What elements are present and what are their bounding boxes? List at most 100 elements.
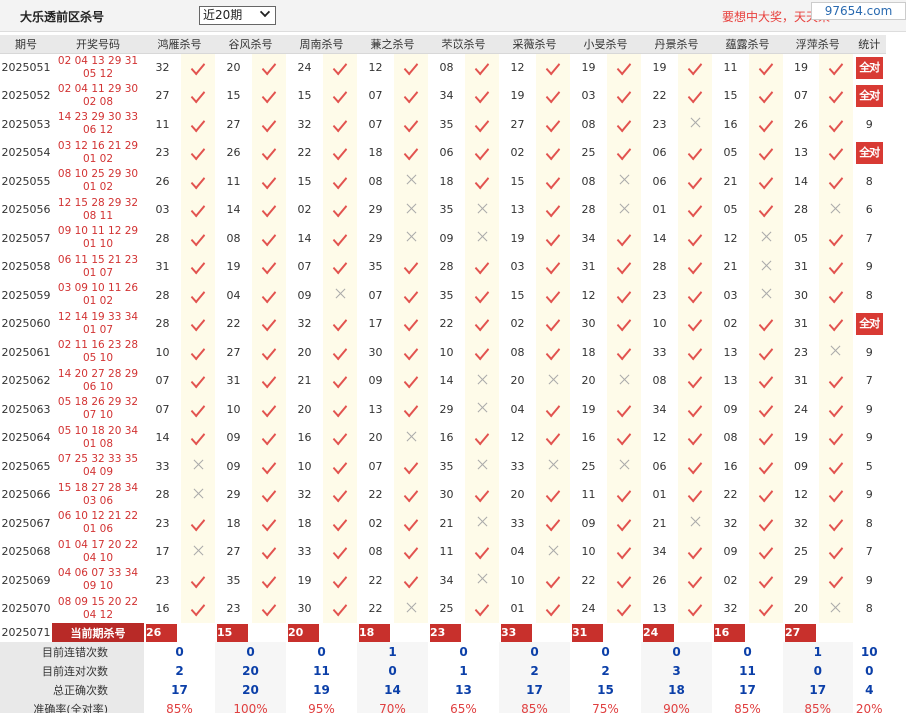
check-icon <box>545 343 561 361</box>
result-mark <box>678 110 712 139</box>
summary-value: 0 <box>286 642 357 661</box>
kill-number: 08 <box>570 110 607 139</box>
kill-number: 35 <box>428 452 465 481</box>
correct-count: 5 <box>865 459 873 473</box>
all-correct-badge: 全对 <box>855 312 883 335</box>
issue-number: 2025055 <box>0 167 52 196</box>
result-mark <box>607 224 641 253</box>
result-mark <box>607 53 641 82</box>
kill-number: 22 <box>357 480 394 509</box>
kill-number: 02 <box>712 566 749 595</box>
check-icon <box>261 542 277 560</box>
all-correct-badge: 全对 <box>855 141 883 164</box>
kill-number: 23 <box>144 509 181 538</box>
col-header-expert: 周南杀号 <box>286 35 357 54</box>
top-bar: 大乐透前区杀号 近20期 要想中大奖，天天来 <box>0 0 906 32</box>
kill-number: 14 <box>641 224 678 253</box>
check-icon <box>758 428 774 446</box>
summary-value: 2 <box>144 661 215 680</box>
kill-number: 12 <box>499 423 536 452</box>
check-icon <box>828 58 843 76</box>
issue-number: 2025054 <box>0 138 52 167</box>
result-mark <box>181 509 215 538</box>
col-header-expert: 谷风杀号 <box>215 35 286 54</box>
table-row: 2025059 03 09 10 11 26 01 02 28 04 09 07 35 15 12… <box>0 281 886 310</box>
check-icon <box>687 200 703 218</box>
check-icon <box>190 400 206 418</box>
cross-icon <box>477 573 488 584</box>
result-mark <box>465 53 499 82</box>
kill-number: 22 <box>286 138 323 167</box>
draw-front-numbers: 05 10 18 20 34 <box>57 424 139 437</box>
summary-label: 准确率(全对率) <box>0 699 144 713</box>
summary-value: 0 <box>499 642 570 661</box>
kill-number: 25 <box>783 537 819 566</box>
summary-value: 15 <box>570 680 641 699</box>
kill-number: 07 <box>144 395 181 424</box>
kill-number: 16 <box>286 423 323 452</box>
check-icon <box>545 143 561 161</box>
draw-front-numbers: 06 11 15 21 23 <box>57 253 139 266</box>
kill-number: 16 <box>144 594 181 623</box>
check-icon <box>828 428 843 446</box>
result-mark <box>678 138 712 167</box>
check-icon <box>758 457 774 475</box>
kill-number: 16 <box>712 110 749 139</box>
result-mark <box>536 452 570 481</box>
result-mark <box>465 509 499 538</box>
result-mark <box>394 138 428 167</box>
cross-icon <box>830 602 841 613</box>
result-mark <box>323 53 357 82</box>
kill-number: 28 <box>144 281 181 310</box>
check-icon <box>403 314 419 332</box>
current-kill-number: 27 <box>785 623 816 642</box>
result-mark <box>678 81 712 110</box>
check-icon <box>332 542 348 560</box>
kill-number: 06 <box>641 452 678 481</box>
draw-front-numbers: 03 12 16 21 29 <box>57 139 139 152</box>
result-mark <box>536 338 570 367</box>
result-mark <box>678 281 712 310</box>
kill-number: 30 <box>286 594 323 623</box>
issue-number: 2025064 <box>0 423 52 452</box>
check-icon <box>261 343 277 361</box>
kill-number: 29 <box>357 195 394 224</box>
result-mark <box>465 452 499 481</box>
table-row: 2025060 12 14 19 33 34 01 07 28 22 32 17 22 02 30… <box>0 309 886 338</box>
result-mark <box>678 537 712 566</box>
col-header-expert: 小旻杀号 <box>570 35 641 54</box>
check-icon <box>332 400 348 418</box>
draw-back-numbers: 04 09 <box>82 466 114 479</box>
check-icon <box>190 257 206 275</box>
result-mark <box>607 252 641 281</box>
kill-number: 01 <box>499 594 536 623</box>
kill-number: 19 <box>215 252 252 281</box>
result-mark <box>607 366 641 395</box>
kill-number: 15 <box>215 81 252 110</box>
draw-back-numbers: 04 10 <box>82 551 114 564</box>
kill-number: 12 <box>499 53 536 82</box>
stat-cell: 全对 <box>853 139 887 168</box>
draw-front-numbers: 01 04 17 20 22 <box>57 538 139 551</box>
period-dropdown[interactable]: 近20期 <box>199 6 276 25</box>
check-icon <box>828 542 843 560</box>
kill-number: 12 <box>641 423 678 452</box>
check-icon <box>474 428 490 446</box>
result-mark <box>607 537 641 566</box>
period-dropdown-value: 近20期 <box>203 8 243 22</box>
check-icon <box>332 485 348 503</box>
check-icon <box>261 58 277 76</box>
result-mark <box>323 566 357 595</box>
kill-number: 20 <box>499 366 536 395</box>
kill-number: 18 <box>428 167 465 196</box>
cross-icon <box>619 374 630 385</box>
draw-back-numbers: 09 10 <box>82 580 114 593</box>
kill-number: 15 <box>286 167 323 196</box>
result-mark <box>394 366 428 395</box>
result-mark <box>394 81 428 110</box>
check-icon <box>687 229 703 247</box>
result-mark <box>252 167 286 196</box>
page-title: 大乐透前区杀号 <box>20 10 105 24</box>
kill-number: 25 <box>570 138 607 167</box>
kill-number: 11 <box>215 167 252 196</box>
